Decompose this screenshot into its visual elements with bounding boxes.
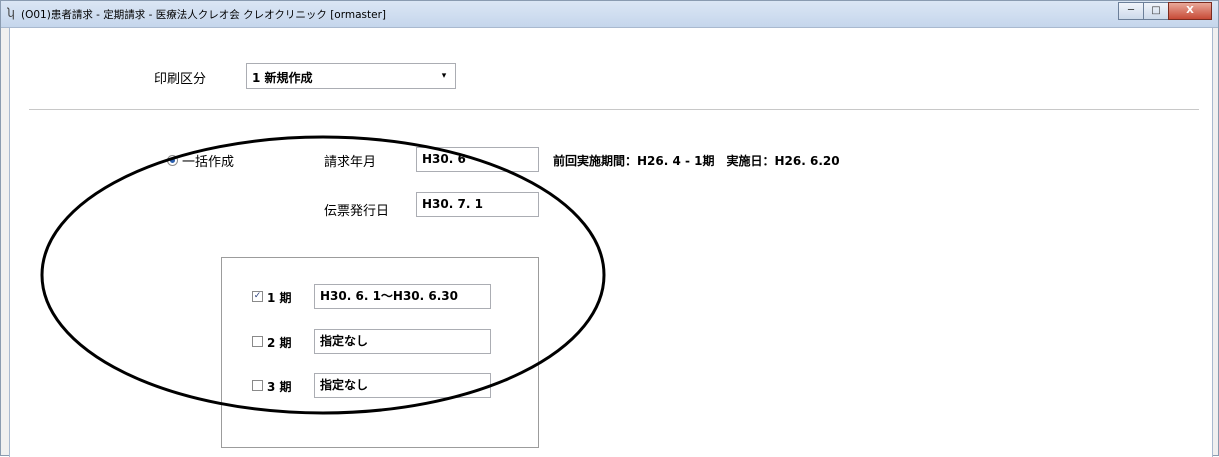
period-1-label: 1 期	[267, 291, 292, 305]
window-title: (O01)患者請求 - 定期請求 - 医療法人クレオ会 クレオクリニック [or…	[21, 9, 386, 21]
print-type-label: 印刷区分	[154, 72, 207, 87]
batch-radio-label: 一括作成	[182, 155, 235, 170]
radio-dot	[170, 158, 175, 163]
divider	[29, 109, 1199, 110]
form-area: 印刷区分 1 新規作成 ▾ 一括作成 請求年月 H30. 6 前回実施期間：H2…	[9, 28, 1213, 457]
slip-date-input[interactable]: H30. 7. 1	[416, 192, 539, 217]
title-bar: ʮ (O01)患者請求 - 定期請求 - 医療法人クレオ会 クレオクリニック […	[1, 1, 1218, 28]
print-type-value: 1 新規作成	[252, 71, 313, 85]
billing-month-input[interactable]: H30. 6	[416, 147, 539, 172]
billing-month-label: 請求年月	[324, 155, 377, 170]
period-2-label: 2 期	[267, 336, 292, 350]
app-window: ʮ (O01)患者請求 - 定期請求 - 医療法人クレオ会 クレオクリニック […	[0, 0, 1219, 457]
minimize-button[interactable]: ─	[1118, 2, 1144, 20]
maximize-button[interactable]: □	[1143, 2, 1169, 20]
slip-date-label: 伝票発行日	[324, 204, 390, 219]
period-1-range-input[interactable]: H30. 6. 1～H30. 6.30	[314, 284, 491, 309]
period-1-checkbox[interactable]: ✓	[252, 291, 263, 302]
app-icon: ʮ	[7, 6, 15, 20]
chevron-down-icon[interactable]: ▾	[433, 64, 455, 88]
period-3-label: 3 期	[267, 380, 292, 394]
close-button[interactable]: X	[1168, 2, 1212, 20]
period-2-range-input[interactable]: 指定なし	[314, 329, 491, 354]
period-3-range-input[interactable]: 指定なし	[314, 373, 491, 398]
window-controls: ─ □ X	[1118, 2, 1212, 22]
batch-radio[interactable]	[167, 155, 178, 166]
period-3-checkbox[interactable]	[252, 380, 263, 391]
period-2-checkbox[interactable]	[252, 336, 263, 347]
print-type-select[interactable]: 1 新規作成 ▾	[246, 63, 456, 89]
previous-run-info: 前回実施期間：H26. 4 - 1期 実施日：H26. 6.20	[553, 154, 840, 168]
